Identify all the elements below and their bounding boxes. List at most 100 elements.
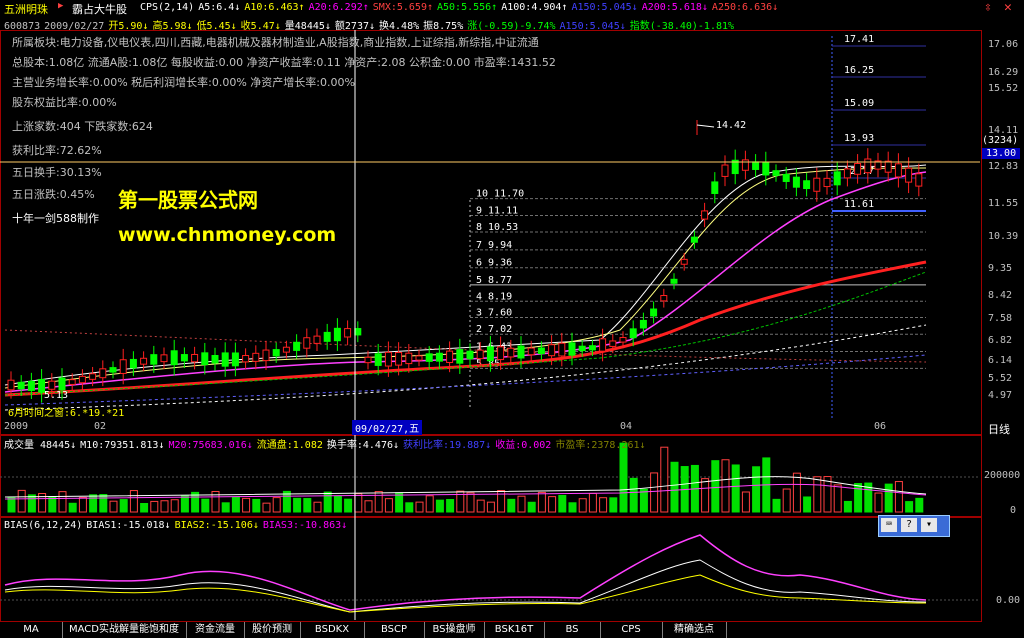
- date-label: 02: [94, 421, 107, 432]
- tab-6[interactable]: BSCP: [364, 622, 425, 638]
- volume-bar: [99, 494, 108, 513]
- tab-2[interactable]: MACD实战解量能饱和度: [62, 622, 187, 638]
- volume-value: M10:79351.813↓: [80, 440, 165, 451]
- candle-body: [89, 373, 97, 380]
- bias-value: BIAS3:-10.863↓: [262, 520, 348, 531]
- candle-body: [670, 278, 678, 284]
- watermark-title: 第一股票公式网: [118, 188, 258, 212]
- price-axis-label: 9.35: [988, 263, 1013, 274]
- ladder-label: 2 7.02: [476, 324, 512, 335]
- volume-bar: [17, 489, 26, 513]
- info-line: 获利比率:72.62%: [12, 144, 102, 157]
- info-line: 上涨家数:404 下跌家数:624: [12, 120, 153, 133]
- volume-bar: [221, 502, 230, 513]
- peak-label: 14.42: [716, 120, 747, 131]
- candle-body: [803, 180, 811, 190]
- period-label[interactable]: 日线: [988, 421, 1010, 437]
- candle-body: [140, 357, 148, 365]
- price-axis-label: 5.52: [988, 373, 1013, 384]
- floating-toolbox[interactable]: ⌨? ▾: [878, 515, 950, 537]
- volume-bar: [231, 496, 240, 513]
- candle-body: [293, 341, 301, 351]
- candle-body: [599, 338, 607, 352]
- tab-11[interactable]: 精确选点: [662, 622, 727, 638]
- candle-body: [160, 354, 168, 363]
- volume-bar: [833, 484, 842, 513]
- tab-1[interactable]: MA: [0, 622, 63, 638]
- ladder-label: 3 7.60: [476, 307, 512, 318]
- volume-bar: [201, 498, 210, 513]
- volume-bar: [354, 493, 363, 513]
- volume-bar: [599, 497, 608, 513]
- volume-bar: [660, 446, 669, 513]
- tab-4[interactable]: 股价预测: [244, 622, 301, 638]
- volume-bar: [915, 497, 924, 513]
- candle-body: [17, 381, 25, 390]
- price-axis-label: 11.55: [988, 198, 1019, 209]
- ladder-label: 10 11.70: [476, 189, 524, 200]
- volume-bar: [486, 501, 495, 513]
- info-line: 总股本:1.08亿 流通A股:1.08亿 每股收益:0.00 净资产收益率:0.…: [12, 56, 556, 69]
- volume-value: 成交量 48445↓: [4, 440, 77, 451]
- right-ladder-label: 17.41: [844, 34, 874, 45]
- candle-body: [272, 349, 280, 357]
- help-icon[interactable]: ?: [901, 518, 917, 532]
- candle-body: [170, 350, 178, 366]
- candle-body: [231, 352, 239, 367]
- candle-body: [384, 351, 392, 367]
- candle-body: [690, 236, 698, 243]
- volume-bar: [609, 497, 618, 513]
- volume-bar: [435, 499, 444, 513]
- candle-body: [507, 347, 515, 358]
- candle-body: [7, 379, 15, 391]
- price-axis-label: 7.58: [988, 313, 1013, 324]
- volume-bar: [242, 497, 251, 513]
- candle-body: [221, 352, 229, 367]
- tab-3[interactable]: 资金流量: [186, 622, 245, 638]
- candle-body: [884, 160, 892, 173]
- date-label: 06: [874, 421, 887, 432]
- right-ladder-label: 13.93: [844, 133, 874, 144]
- candle-body: [772, 170, 780, 176]
- keyboard-icon[interactable]: ⌨: [881, 518, 897, 532]
- volume-value: 换手率:4.476↓: [326, 440, 400, 451]
- tab-8[interactable]: BSK16T: [484, 622, 545, 638]
- bias-axis-label: 0.00: [996, 595, 1021, 606]
- volume-bar: [425, 495, 434, 513]
- info-line: 五日涨跌:0.45%: [12, 188, 95, 201]
- tab-7[interactable]: BS操盘师: [424, 622, 485, 638]
- candle-body: [517, 345, 525, 359]
- candle-body: [486, 346, 494, 362]
- tab-9[interactable]: BS: [544, 622, 601, 638]
- volume-bar: [405, 502, 414, 513]
- candle-body: [364, 356, 372, 364]
- candle-body: [619, 337, 627, 343]
- candle-body: [588, 345, 596, 351]
- bias1-line: [4, 559, 927, 613]
- volume-axis-label: 0: [1010, 505, 1017, 516]
- volume-bar: [415, 501, 424, 513]
- right-ladder-label: 11.61: [844, 199, 874, 210]
- volume-bar: [119, 499, 128, 513]
- price-axis-label: 6.14: [988, 355, 1013, 366]
- candle-body: [425, 353, 433, 362]
- volume-bar: [78, 496, 87, 513]
- volume-bar: [517, 495, 526, 513]
- bias3-line: [4, 534, 927, 611]
- candle-body: [476, 349, 484, 360]
- info-line: 十年一剑588制作: [12, 212, 99, 225]
- candle-body: [354, 328, 362, 336]
- price-axis-label: 6.82: [988, 335, 1013, 346]
- volume-bar: [813, 476, 822, 513]
- date-label: 04: [620, 421, 633, 432]
- volume-bar: [537, 491, 546, 513]
- peak-pointer: [696, 124, 715, 128]
- tab-10[interactable]: CPS: [600, 622, 663, 638]
- volume-bar: [874, 492, 883, 513]
- bias-header: BIAS(6,12,24) BIAS1:-15.018↓ BIAS2:-15.106…: [4, 520, 351, 531]
- tab-5[interactable]: BSDKX: [300, 622, 365, 638]
- volume-bar: [792, 472, 801, 513]
- dropdown-icon[interactable]: ▾: [921, 518, 937, 532]
- candle-body: [813, 177, 821, 192]
- candle-body: [905, 167, 913, 183]
